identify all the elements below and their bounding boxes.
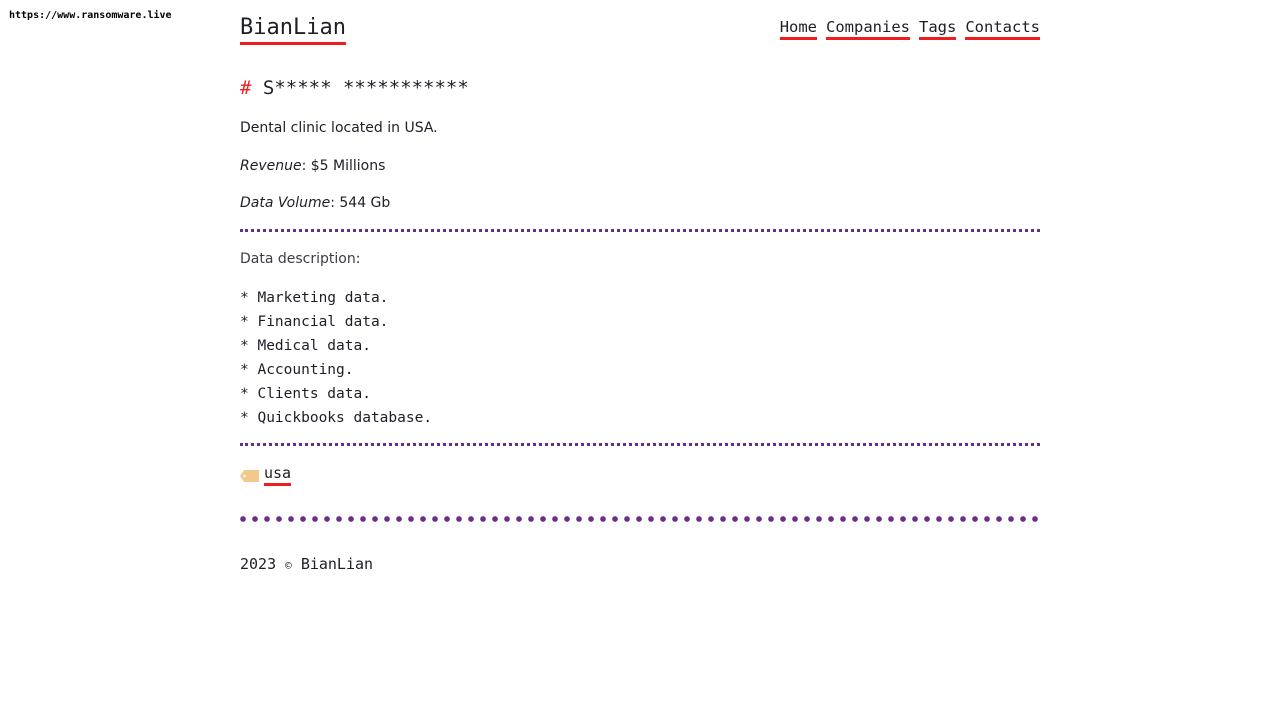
site-header: BianLian Home Companies Tags Contacts	[240, 0, 1040, 60]
list-item: * Clients data.	[240, 386, 371, 402]
list-item: * Accounting.	[240, 362, 354, 378]
data-description-label: Data description	[240, 251, 356, 267]
nav-companies[interactable]: Companies	[826, 17, 911, 40]
footer-name: BianLian	[300, 555, 374, 573]
nav-home[interactable]: Home	[779, 17, 818, 40]
tag-usa-link[interactable]: usa	[264, 464, 292, 486]
nav-tags[interactable]: Tags	[919, 17, 957, 40]
title-hash: #	[240, 77, 252, 99]
title-text: S***** ***********	[262, 77, 469, 99]
list-item: * Marketing data.	[240, 290, 389, 306]
data-list: * Marketing data. * Financial data. * Me…	[240, 286, 432, 430]
tag-row: usa	[240, 464, 292, 486]
site-footer: 2023 © BianLian	[240, 554, 373, 576]
nav-contacts[interactable]: Contacts	[965, 17, 1040, 40]
data-volume-label: Data Volume	[240, 195, 331, 211]
data-volume-line: Data Volume: 544 Gb	[240, 194, 390, 212]
tag-icon	[240, 469, 259, 482]
revenue-value: : $5 Millions	[301, 158, 386, 174]
watermark-url: https://www.ransomware.live	[9, 10, 172, 21]
divider	[240, 443, 1040, 446]
company-description: Dental clinic located in USA.	[240, 120, 438, 136]
page-container: BianLian Home Companies Tags Contacts # …	[240, 0, 1040, 573]
revenue-label: Revenue	[240, 158, 302, 174]
data-description-heading: Data description:	[240, 250, 360, 268]
revenue-line: Revenue: $5 Millions	[240, 157, 385, 175]
data-volume-value: : 544 Gb	[330, 195, 391, 211]
data-description-colon: :	[355, 251, 361, 267]
footer-copyright-symbol: ©	[285, 559, 292, 572]
post-title: # S***** ***********	[240, 76, 469, 100]
footer-year: 2023	[240, 555, 277, 573]
list-item: * Financial data.	[240, 314, 389, 330]
list-item: * Medical data.	[240, 338, 371, 354]
footer-divider	[240, 516, 1040, 522]
main-nav: Home Companies Tags Contacts	[779, 17, 1040, 40]
list-item: * Quickbooks database.	[240, 410, 433, 426]
divider	[240, 229, 1040, 232]
site-logo[interactable]: BianLian	[240, 14, 346, 45]
